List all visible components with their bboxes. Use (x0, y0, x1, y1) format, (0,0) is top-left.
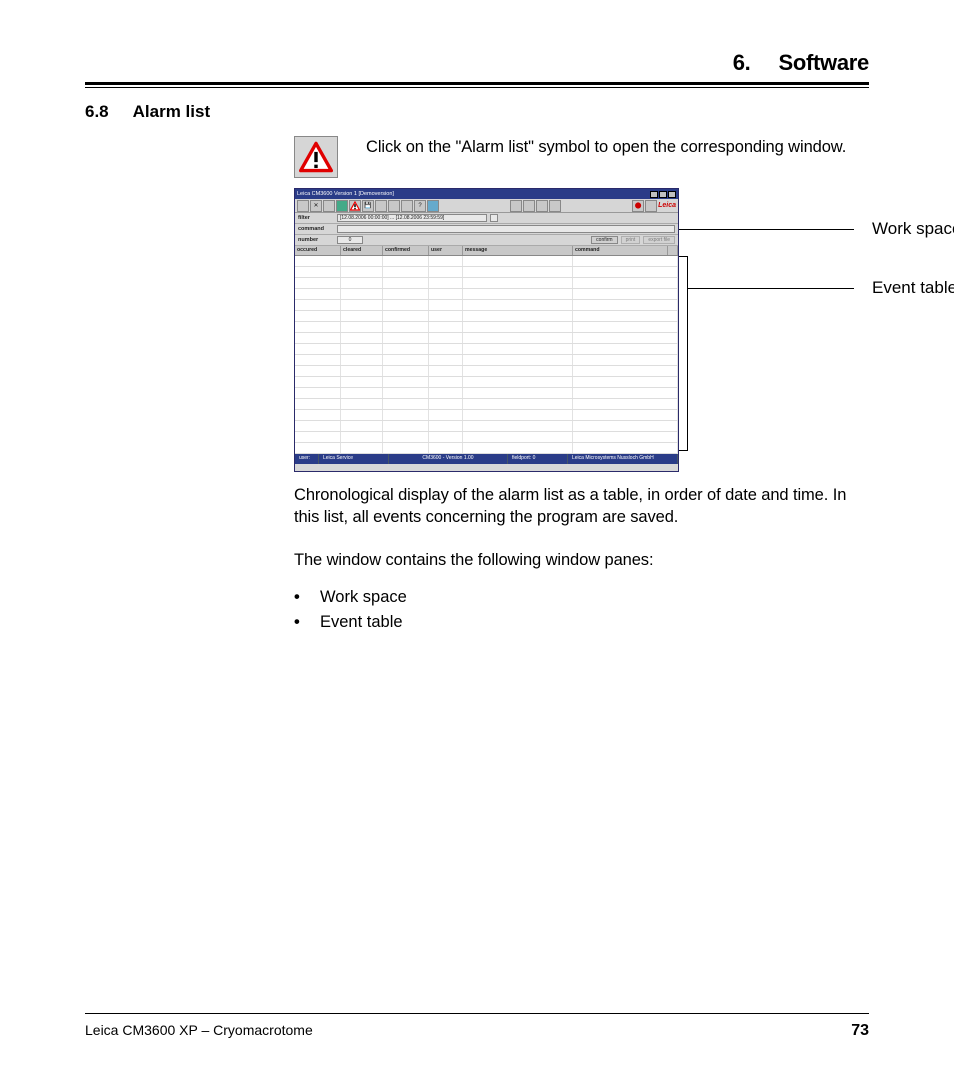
section-title: Alarm list (133, 102, 210, 121)
status-port: fieldport: 0 (508, 454, 568, 464)
section-number: 6.8 (85, 102, 109, 122)
callout-eventtable-label: Event table (872, 278, 954, 298)
bullet-workspace: Work space (294, 585, 869, 610)
status-user: Leica Service (319, 454, 389, 464)
col-scroll (668, 246, 678, 255)
status-version: CM3600 - Version 1.00 (389, 454, 508, 464)
close-icon[interactable] (668, 191, 676, 198)
cut-icon[interactable] (336, 200, 348, 212)
nav-last-icon[interactable] (549, 200, 561, 212)
command-label: command (298, 226, 334, 232)
col-message: message (463, 246, 573, 255)
chapter-header: 6. Software (85, 50, 869, 82)
status-icon[interactable] (645, 200, 657, 212)
chart-icon[interactable] (323, 200, 335, 212)
print-button[interactable]: print (621, 236, 641, 244)
help-icon[interactable]: ? (414, 200, 426, 212)
status-user-label: user: (295, 454, 319, 464)
filter-label: filter (298, 215, 334, 221)
alarm-list-window: Leica CM3600 Version 1 [Demoversion] ✕ (294, 188, 679, 472)
nav-first-icon[interactable] (510, 200, 522, 212)
command-row: command (295, 224, 678, 235)
col-confirmed: confirmed (383, 246, 429, 255)
nav-prev-icon[interactable] (523, 200, 535, 212)
window-titlebar: Leica CM3600 Version 1 [Demoversion] (295, 189, 678, 199)
table-header: occured cleared confirmed user message c… (295, 246, 678, 256)
header-rule (85, 82, 869, 88)
col-cleared: cleared (341, 246, 383, 255)
toolbar-icon-1[interactable] (297, 200, 309, 212)
tools-icon[interactable]: ✕ (310, 200, 322, 212)
export-button[interactable]: export file (643, 236, 675, 244)
filter-value[interactable]: [12.08.2006 00:00:00] ... [12.08.2006 23… (337, 214, 487, 222)
screenshot-figure: Leica CM3600 Version 1 [Demoversion] ✕ (294, 188, 869, 472)
filter-row: filter [12.08.2006 00:00:00] ... [12.08.… (295, 213, 678, 224)
page-footer: Leica CM3600 XP – Cryomacrotome 73 (85, 1013, 869, 1040)
intro-text: Click on the "Alarm list" symbol to open… (366, 136, 846, 158)
toolbar: ✕ 💾 ? (295, 199, 678, 213)
bullet-eventtable: Event table (294, 610, 869, 635)
chapter-title: Software (778, 50, 869, 75)
status-company: Leica Microsystems Nussloch GmbH (568, 454, 678, 464)
print-icon[interactable] (388, 200, 400, 212)
filter-toggle[interactable] (490, 214, 498, 222)
col-user: user (429, 246, 463, 255)
callout-workspace: Work space (679, 219, 954, 239)
export-icon[interactable] (401, 200, 413, 212)
view-icon[interactable] (427, 200, 439, 212)
col-occured: occured (295, 246, 341, 255)
callout-workspace-label: Work space (872, 219, 954, 239)
callout-eventtable: Event table (688, 278, 954, 298)
alarm-list-icon (294, 136, 338, 178)
confirm-button[interactable]: confirm (591, 236, 617, 244)
window-title: Leica CM3600 Version 1 [Demoversion] (297, 191, 394, 197)
command-input[interactable] (337, 225, 675, 233)
leica-logo: Leica (658, 202, 676, 209)
user-icon[interactable] (375, 200, 387, 212)
event-table-body[interactable] (295, 256, 678, 454)
number-row: number 0 confirm print export file (295, 235, 678, 246)
section-heading: 6.8 Alarm list (85, 102, 869, 122)
number-value: 0 (337, 236, 363, 244)
paragraph-1: Chronological display of the alarm list … (294, 484, 854, 529)
number-label: number (298, 237, 334, 243)
footer-page-number: 73 (851, 1022, 869, 1040)
maximize-icon[interactable] (659, 191, 667, 198)
alarm-icon[interactable] (349, 200, 361, 212)
nav-next-icon[interactable] (536, 200, 548, 212)
footer-product: Leica CM3600 XP – Cryomacrotome (85, 1022, 313, 1038)
save-icon[interactable]: 💾 (362, 200, 374, 212)
status-bar: user: Leica Service CM3600 - Version 1.0… (295, 454, 678, 464)
minimize-icon[interactable] (650, 191, 658, 198)
pane-list: Work space Event table (294, 585, 869, 635)
alarm-bell-icon[interactable]: ⬤ (632, 200, 644, 212)
paragraph-2: The window contains the following window… (294, 549, 854, 571)
chapter-number: 6. (733, 50, 751, 75)
col-command: command (573, 246, 668, 255)
